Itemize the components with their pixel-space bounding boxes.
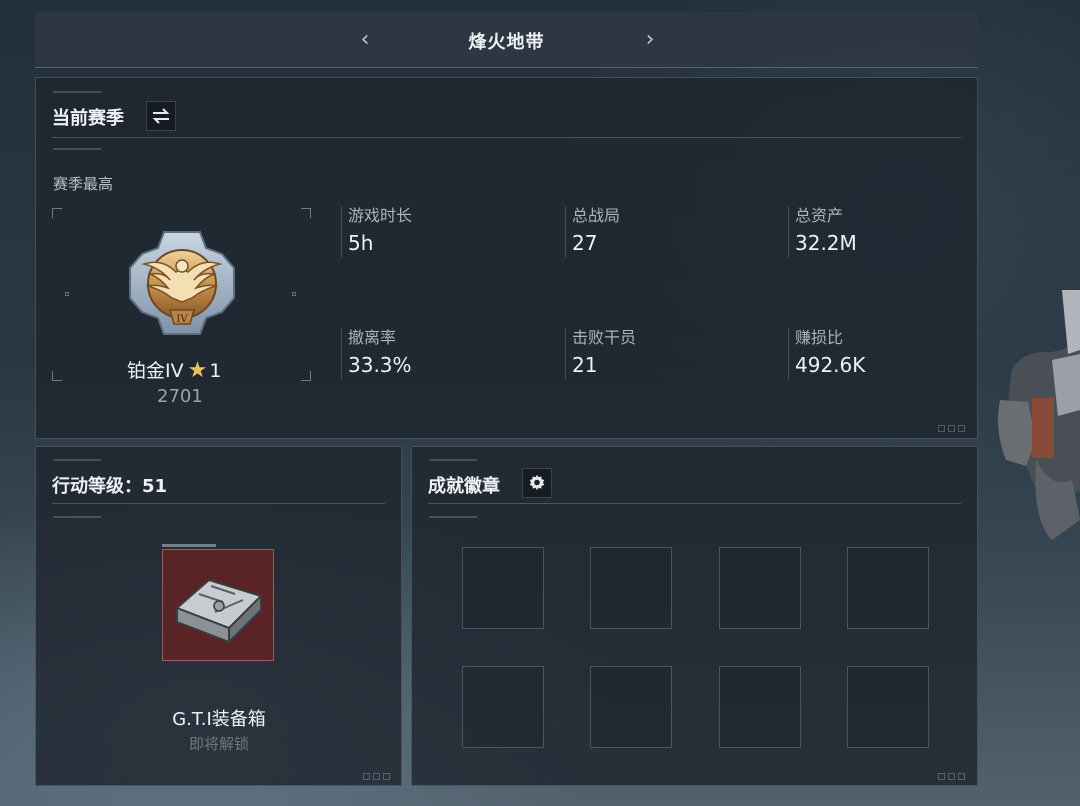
panel-tag [53,459,101,461]
gear-icon[interactable] [522,468,552,498]
season-best-label: 赛季最高 [53,175,114,193]
stat-label: 总资产 [795,206,844,225]
item-top-bar [162,544,216,547]
panel-tag [53,91,101,93]
badge-slot[interactable] [847,547,929,629]
rank-name: 铂金IV ★ 1 [127,356,221,383]
badge-slot[interactable] [847,666,929,748]
stat-label: 赚损比 [795,328,844,347]
season-title: 当前赛季 [52,108,124,129]
badge-slot[interactable] [719,547,801,629]
panel-corner-squares [363,773,390,780]
character-figure [992,290,1080,560]
stat-total-matches: 总战局 27 [565,206,620,258]
level-divider [52,503,385,504]
rank-title: 铂金IV [127,360,184,382]
stat-play-time: 游戏时长 5h [341,206,412,258]
stat-label: 总战局 [572,206,621,225]
badge-slot[interactable] [462,666,544,748]
corner-mark [301,208,311,218]
rank-stars: 1 [209,360,222,382]
chevron-right-icon[interactable]: › [638,26,662,54]
stat-operators-defeated: 击败干员 21 [565,328,636,380]
page-title: 烽火地带 [468,32,545,53]
season-divider [52,137,961,138]
stat-value: 5h [348,231,374,255]
badges-divider [428,503,961,504]
stat-value: 492.6K [795,353,866,377]
equipment-case-icon [175,578,263,645]
stat-label: 击败干员 [572,328,637,347]
reward-item-name: G.T.I装备箱 [172,709,266,730]
stat-extract-rate: 撤离率 33.3% [341,328,412,380]
corner-mark [52,371,62,381]
star-icon: ★ [187,358,208,383]
tick-mark [292,292,296,296]
panel-corner-squares [938,425,965,432]
stat-value: 33.3% [348,353,412,377]
stat-total-assets: 总资产 32.2M [788,206,857,258]
stat-label: 游戏时长 [348,206,413,225]
stat-value: 32.2M [795,231,857,255]
badge-slot[interactable] [590,666,672,748]
swap-arrows-icon[interactable] [146,101,176,131]
stat-profit-loss-ratio: 赚损比 492.6K [788,328,865,380]
rank-score: 2701 [157,386,203,407]
panel-tag [53,148,101,150]
corner-mark [301,371,311,381]
panel-corner-squares [938,773,965,780]
header-bar: ‹ 烽火地带 › [35,12,978,68]
stat-value: 21 [572,353,598,377]
badge-slot[interactable] [590,547,672,629]
badge-slot[interactable] [719,666,801,748]
stat-label: 撤离率 [348,328,397,347]
level-title: 行动等级：51 [52,476,168,497]
reward-item-status: 即将解锁 [188,735,249,753]
eagle-rank-badge-icon: IV [126,228,238,340]
badges-title: 成就徽章 [428,476,500,497]
panel-tag [429,516,477,518]
reward-item-card[interactable] [162,549,274,661]
stat-value: 27 [572,231,598,255]
panel-tag [53,516,101,518]
svg-text:IV: IV [176,314,188,325]
tick-mark [65,292,69,296]
badge-slot[interactable] [462,547,544,629]
panel-tag [429,459,477,461]
corner-mark [52,208,62,218]
